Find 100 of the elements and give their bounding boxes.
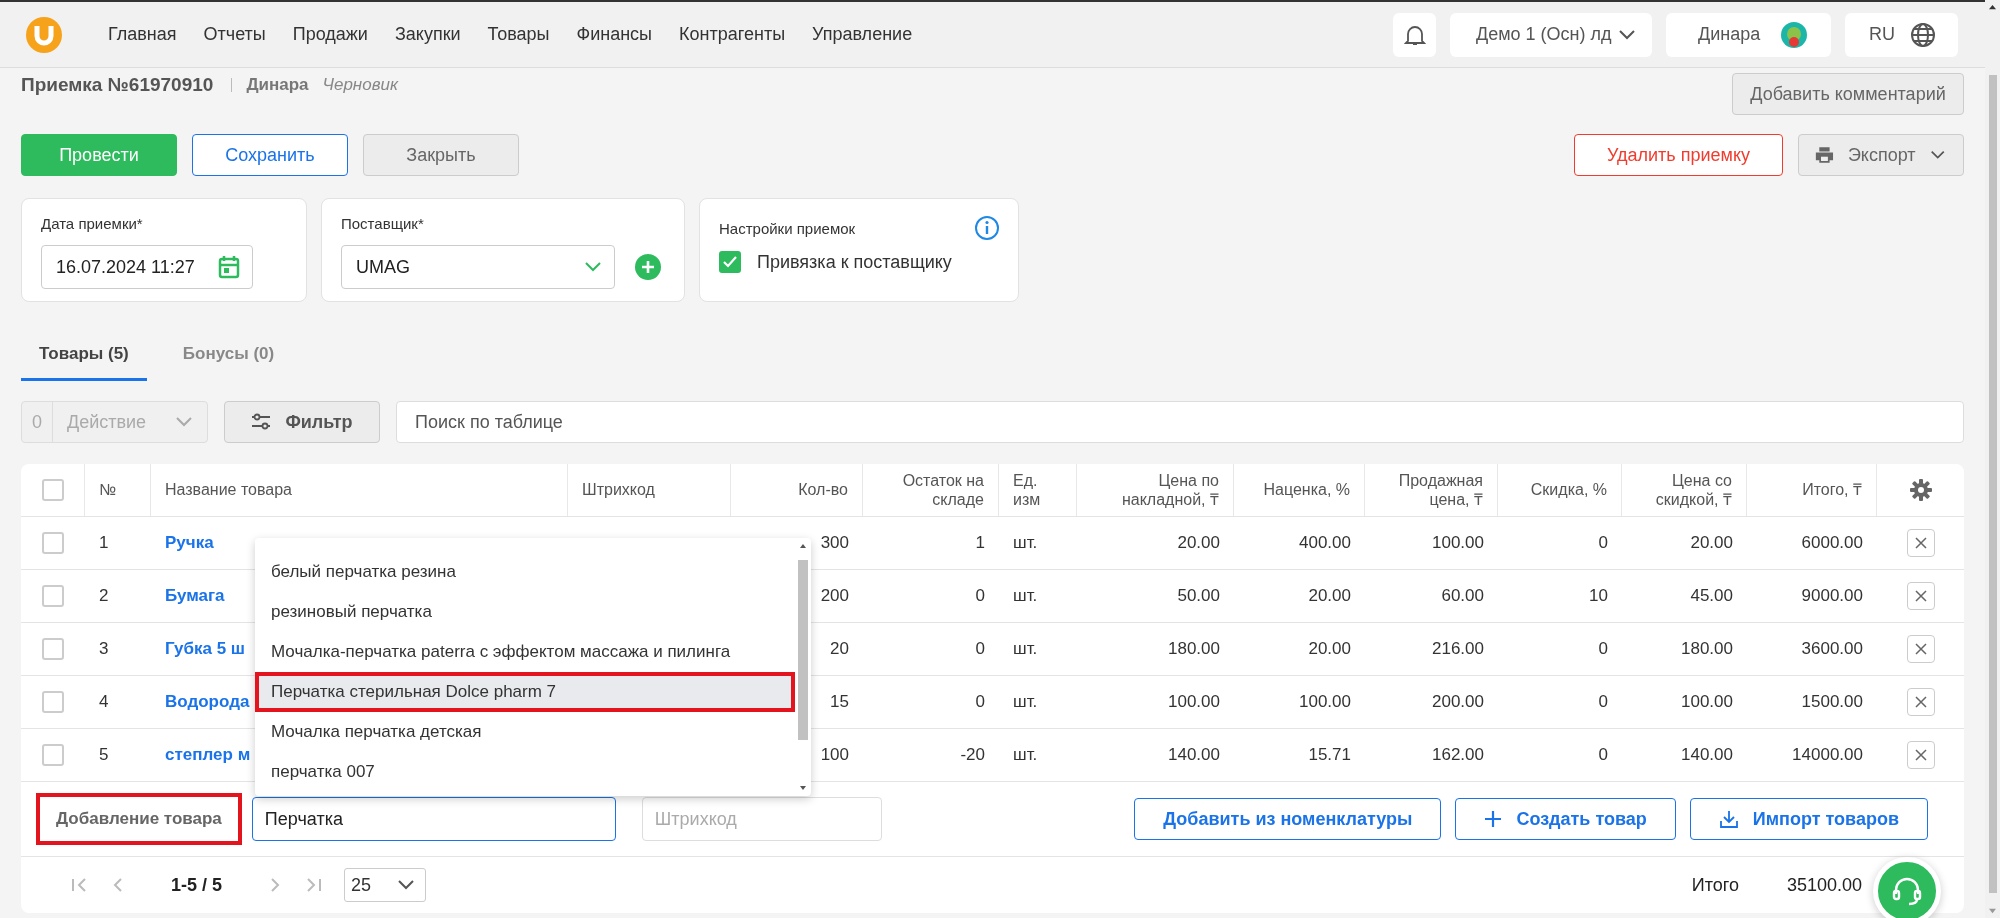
nav-link[interactable]: Отчеты [203,24,266,45]
table-cell: 15.71 [1308,745,1351,765]
table-cell: 0 [975,586,985,606]
table-cell: 0 [975,692,985,712]
nav-link[interactable]: Закупки [394,24,461,45]
close-icon [1914,643,1927,655]
product-link[interactable]: Водорода [165,692,250,712]
sliders-icon [251,413,272,431]
column-header: Название товара [165,480,292,500]
product-link[interactable]: Губка 5 ш [165,639,245,659]
add-product-button[interactable]: Создать товар [1455,798,1676,840]
nav-link[interactable]: Контрагенты [679,24,786,45]
document-title: Приемка №61970910 [21,74,214,96]
page-size-select[interactable]: 25 [344,868,427,902]
add-comment-button[interactable]: Добавить комментарий [1732,73,1964,115]
remove-button[interactable] [1906,582,1935,610]
tab[interactable]: Товары (5) [21,329,147,381]
row-checkbox[interactable] [42,585,64,607]
table-cell: 1 [99,533,109,553]
table-cell: 100.00 [1681,692,1733,712]
table-cell: 216.00 [1432,639,1484,659]
logo-icon[interactable] [26,16,62,53]
scroll-down-icon[interactable] [798,784,808,792]
row-checkbox[interactable] [42,744,64,766]
close-icon [1914,590,1927,602]
column-header: Штрихкод [582,480,655,500]
table-cell: 60.00 [1441,586,1484,606]
suggestion-item[interactable]: Перчатка стерильная Dolce pharm 7 [255,672,795,712]
remove-button[interactable] [1906,741,1935,769]
column-header: Остаток на складе [901,470,984,510]
nav-link[interactable]: Товары [487,24,550,45]
remove-button[interactable] [1906,529,1935,557]
add-product-button[interactable]: Добавить из номенклатуры [1134,798,1442,840]
notifications-button[interactable] [1393,12,1436,57]
nav-link[interactable]: Продажи [292,24,368,45]
row-checkbox[interactable] [42,691,64,713]
table-cell: 100.00 [1299,692,1351,712]
table-cell: 3600.00 [1801,639,1863,659]
delete-button[interactable]: Удалить приемку [1574,134,1783,176]
product-link[interactable]: Ручка [165,533,214,553]
row-checkbox[interactable] [42,638,64,660]
field-label: Дата приемки* [41,215,144,232]
filter-button[interactable]: Фильтр [224,401,380,443]
suggestion-item[interactable]: белый перчатка резина [255,552,795,592]
table-cell: 140.00 [1168,745,1220,765]
nav-link[interactable]: Финансы [576,24,653,45]
table-cell: 100.00 [1432,533,1484,553]
table-cell: 1500.00 [1801,692,1863,712]
select-all-checkbox[interactable] [41,479,64,501]
export-button[interactable]: Экспорт [1798,134,1964,176]
table-cell: 50.00 [1177,586,1220,606]
printer-icon [1815,145,1834,165]
date-field[interactable]: 16.07.2024 11:27 [41,245,253,289]
suggestion-item[interactable]: резиновый перчатка [255,592,795,632]
product-link[interactable]: степлер м [165,745,251,765]
info-icon[interactable] [974,215,1000,241]
table-cell: 400.00 [1299,533,1351,553]
suggestion-item[interactable]: Мочалка перчатка детская [255,712,795,752]
add-supplier-icon[interactable] [635,254,661,280]
action-button[interactable]: Закрыть [363,134,519,176]
table-cell: 4 [99,692,109,712]
language-select[interactable]: RU [1845,12,1958,57]
scroll-up-icon[interactable] [1988,4,1997,11]
user-menu[interactable]: Динара [1666,12,1831,57]
search-field[interactable]: Поиск по таблице [396,401,1964,443]
scroll-up-icon[interactable] [798,542,808,550]
avatar-icon [1781,21,1807,48]
table-cell: 100 [820,745,849,765]
suggestion-item[interactable]: Мочалка-перчатка paterra с эффектом массажа и пилинга [255,632,795,672]
first-page-icon[interactable] [71,877,89,893]
nav-link[interactable]: Главная [108,24,177,45]
table-cell: 100.00 [1168,692,1220,712]
table-cell: 20.00 [1690,533,1733,553]
checkbox[interactable] [719,251,741,273]
remove-button[interactable] [1906,635,1935,663]
table-cell: шт. [1013,586,1038,606]
settings-icon[interactable] [1909,479,1932,501]
add-product-button[interactable]: Импорт товаров [1689,798,1928,840]
column-header: Продажная цена, ₸ [1397,470,1483,510]
previous-page-icon[interactable] [111,877,125,893]
last-page-icon[interactable] [304,877,323,893]
author-name: Динара [246,75,309,95]
product-search-field[interactable]: Перчатка [251,797,616,841]
supplier-select[interactable]: UMAG [341,245,615,289]
status-text: Черновик [322,75,399,95]
barcode-field[interactable]: Штрихкод [641,797,882,841]
table-cell: 162.00 [1432,745,1484,765]
page-range: 1-5 / 5 [171,874,223,896]
close-icon [1914,537,1927,549]
remove-button[interactable] [1906,688,1935,716]
checkbox-label: Привязка к поставщику [757,251,952,273]
company-select[interactable]: Демо 1 (Осн) лд [1450,12,1652,57]
suggestion-item[interactable]: перчатка 007 [255,752,795,792]
table-cell: шт. [1013,639,1038,659]
table-cell: 1 [975,533,985,553]
row-checkbox[interactable] [42,532,64,554]
action-button[interactable]: Сохранить [192,134,348,176]
card-title: Настройки приемок [719,219,856,237]
nav-link[interactable]: Управление [812,24,913,45]
product-link[interactable]: Бумага [165,586,225,606]
